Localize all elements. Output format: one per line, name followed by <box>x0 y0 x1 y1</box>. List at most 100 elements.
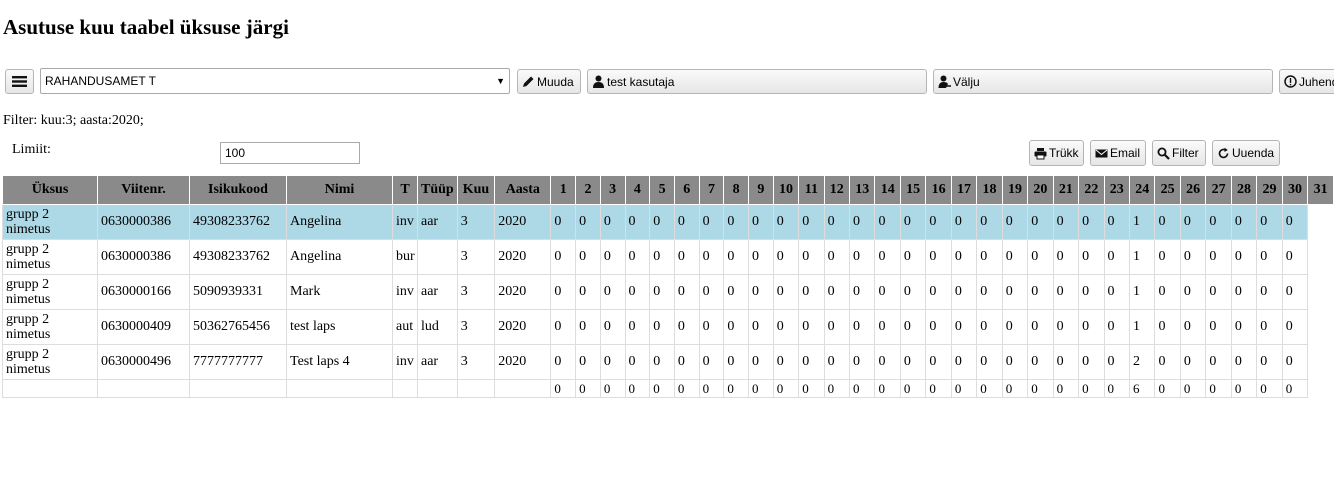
right-column-header[interactable]: 30 <box>1281 175 1309 205</box>
right-column-header[interactable]: 1 <box>550 175 577 205</box>
edit-button[interactable]: Muuda <box>517 69 581 94</box>
help-button[interactable]: Juhend <box>1279 69 1334 94</box>
totals-cell: 6 <box>1128 379 1156 398</box>
day-cell: 0 <box>550 309 577 345</box>
day-cell: 0 <box>1078 309 1105 345</box>
ref-cell: 0630000409 <box>97 309 190 345</box>
day-cell: 0 <box>748 204 774 240</box>
table-row[interactable]: grupp 2 nimetus 0630000386 49308233762 Ange… <box>2 204 418 240</box>
left-column-header[interactable]: Üksus <box>2 175 98 205</box>
right-column-header[interactable]: Aasta <box>494 175 552 205</box>
day-cell: 0 <box>950 274 978 310</box>
right-column-header[interactable]: 19 <box>1001 175 1029 205</box>
table-row[interactable]: grupp 2 nimetus 0630000409 50362765456 test… <box>2 309 418 345</box>
day-cell: 0 <box>849 274 876 310</box>
right-column-header[interactable]: 27 <box>1205 175 1232 205</box>
right-column-header[interactable]: 10 <box>772 175 800 205</box>
right-column-header[interactable]: Kuu <box>456 175 496 205</box>
totals-cell-empty <box>494 379 552 398</box>
month-cell: 3 <box>456 309 496 345</box>
day-cell: 0 <box>698 309 725 345</box>
right-column-header[interactable]: 4 <box>624 175 651 205</box>
left-column-header[interactable]: Isikukood <box>189 175 287 205</box>
day-cell: 0 <box>1205 239 1232 275</box>
name-cell: Test laps 4 <box>286 344 393 380</box>
printer-icon <box>1034 147 1047 159</box>
day-cell: 0 <box>976 204 1003 240</box>
day-cell: 0 <box>849 204 876 240</box>
right-column-header[interactable]: 3 <box>599 175 626 205</box>
email-button[interactable]: Email <box>1090 140 1146 166</box>
day-cell: 0 <box>925 239 952 275</box>
table-row[interactable]: aar 3 2020 0 0 0 0 0 0 0 0 0 0 0 0 0 0 0 0 0 0 0 0 0 0 0 2 0 0 0 0 0 0 <box>417 344 1334 380</box>
day-cell: 0 <box>673 239 700 275</box>
right-column-header[interactable]: 16 <box>925 175 952 205</box>
totals-cell: 0 <box>1001 379 1029 398</box>
table-row[interactable]: 3 2020 0 0 0 0 0 0 0 0 0 0 0 0 0 0 0 0 0 0 0 0 0 0 0 1 0 0 0 0 0 0 <box>417 239 1334 275</box>
id-cell: 50362765456 <box>189 309 287 345</box>
totals-cell: 0 <box>1230 379 1258 398</box>
table-row[interactable]: aar 3 2020 0 0 0 0 0 0 0 0 0 0 0 0 0 0 0 0 0 0 0 0 0 0 0 1 0 0 0 0 0 0 <box>417 204 1334 240</box>
table-row[interactable]: aar 3 2020 0 0 0 0 0 0 0 0 0 0 0 0 0 0 0 0 0 0 0 0 0 0 0 1 0 0 0 0 0 0 <box>417 274 1334 310</box>
day-cell: 0 <box>673 204 700 240</box>
logout-button[interactable]: Välju <box>933 69 1273 94</box>
day-cell: 0 <box>1179 204 1207 240</box>
table-row[interactable]: grupp 2 nimetus 0630000166 5090939331 Mark i… <box>2 274 418 310</box>
right-column-header[interactable]: 24 <box>1128 175 1156 205</box>
right-column-header[interactable]: 12 <box>823 175 851 205</box>
right-column-header[interactable]: 29 <box>1256 175 1283 205</box>
table-row[interactable]: grupp 2 nimetus 0630000386 49308233762 Ange… <box>2 239 418 275</box>
right-column-header[interactable]: 11 <box>798 175 825 205</box>
filter-summary: Filter: kuu:3; aasta:2020; <box>3 113 144 128</box>
right-column-header[interactable]: 15 <box>899 175 927 205</box>
day-cell: 0 <box>624 309 651 345</box>
right-column-header[interactable]: 22 <box>1078 175 1105 205</box>
right-column-header[interactable]: Tüüp <box>417 175 458 205</box>
left-column-header[interactable]: T <box>392 175 418 205</box>
user-button[interactable]: test kasutaja <box>587 69 927 94</box>
refresh-button[interactable]: Uuenda <box>1212 140 1280 166</box>
day-cell: 0 <box>550 239 577 275</box>
limit-input[interactable] <box>220 142 360 164</box>
right-column-header[interactable]: 5 <box>649 175 675 205</box>
right-column-header[interactable]: 28 <box>1230 175 1258 205</box>
month-cell: 3 <box>456 344 496 380</box>
totals-cell: 0 <box>1078 379 1105 398</box>
right-column-header[interactable]: 13 <box>849 175 876 205</box>
right-column-header[interactable]: 14 <box>874 175 901 205</box>
print-button[interactable]: Trükk <box>1029 140 1084 166</box>
right-column-header[interactable]: 18 <box>976 175 1003 205</box>
table-row[interactable]: lud 3 2020 0 0 0 0 0 0 0 0 0 0 0 0 0 0 0 0 0 0 0 0 0 0 0 1 0 0 0 0 0 0 <box>417 309 1334 345</box>
logout-button-label: Välju <box>953 74 980 89</box>
right-column-header[interactable]: 17 <box>950 175 978 205</box>
right-column-header[interactable]: 23 <box>1103 175 1131 205</box>
right-column-header[interactable]: 7 <box>698 175 725 205</box>
day-cell: 0 <box>1281 204 1309 240</box>
right-column-header[interactable]: 21 <box>1052 175 1080 205</box>
org-select[interactable]: RAHANDUSAMET T ▼ <box>40 68 510 94</box>
right-column-header[interactable]: 25 <box>1154 175 1181 205</box>
right-column-header[interactable]: 9 <box>748 175 774 205</box>
right-column-header[interactable]: 6 <box>673 175 700 205</box>
filter-button[interactable]: Filter <box>1152 140 1206 166</box>
year-cell: 2020 <box>494 309 552 345</box>
left-column-header[interactable]: Nimi <box>286 175 393 205</box>
left-column-header[interactable]: Viitenr. <box>97 175 190 205</box>
day-cell: 0 <box>772 274 800 310</box>
right-column-header[interactable]: 20 <box>1027 175 1054 205</box>
day-cell: 0 <box>1052 274 1080 310</box>
unit-cell: grupp 2 nimetus <box>2 274 98 310</box>
table-row[interactable]: grupp 2 nimetus 0630000496 7777777777 Test … <box>2 344 418 380</box>
totals-cell: 0 <box>1103 379 1131 398</box>
right-column-header[interactable]: 8 <box>723 175 750 205</box>
totals-cell: 0 <box>624 379 651 398</box>
day-cell: 0 <box>1179 309 1207 345</box>
right-column-header[interactable]: 31 <box>1307 175 1334 205</box>
day-cell: 0 <box>1256 274 1283 310</box>
right-column-header[interactable]: 26 <box>1179 175 1207 205</box>
user-logout-icon <box>938 75 951 88</box>
menu-button[interactable] <box>5 69 34 94</box>
right-column-header[interactable]: 2 <box>575 175 601 205</box>
day-cell: 0 <box>575 274 601 310</box>
day-cell: 0 <box>1103 204 1131 240</box>
